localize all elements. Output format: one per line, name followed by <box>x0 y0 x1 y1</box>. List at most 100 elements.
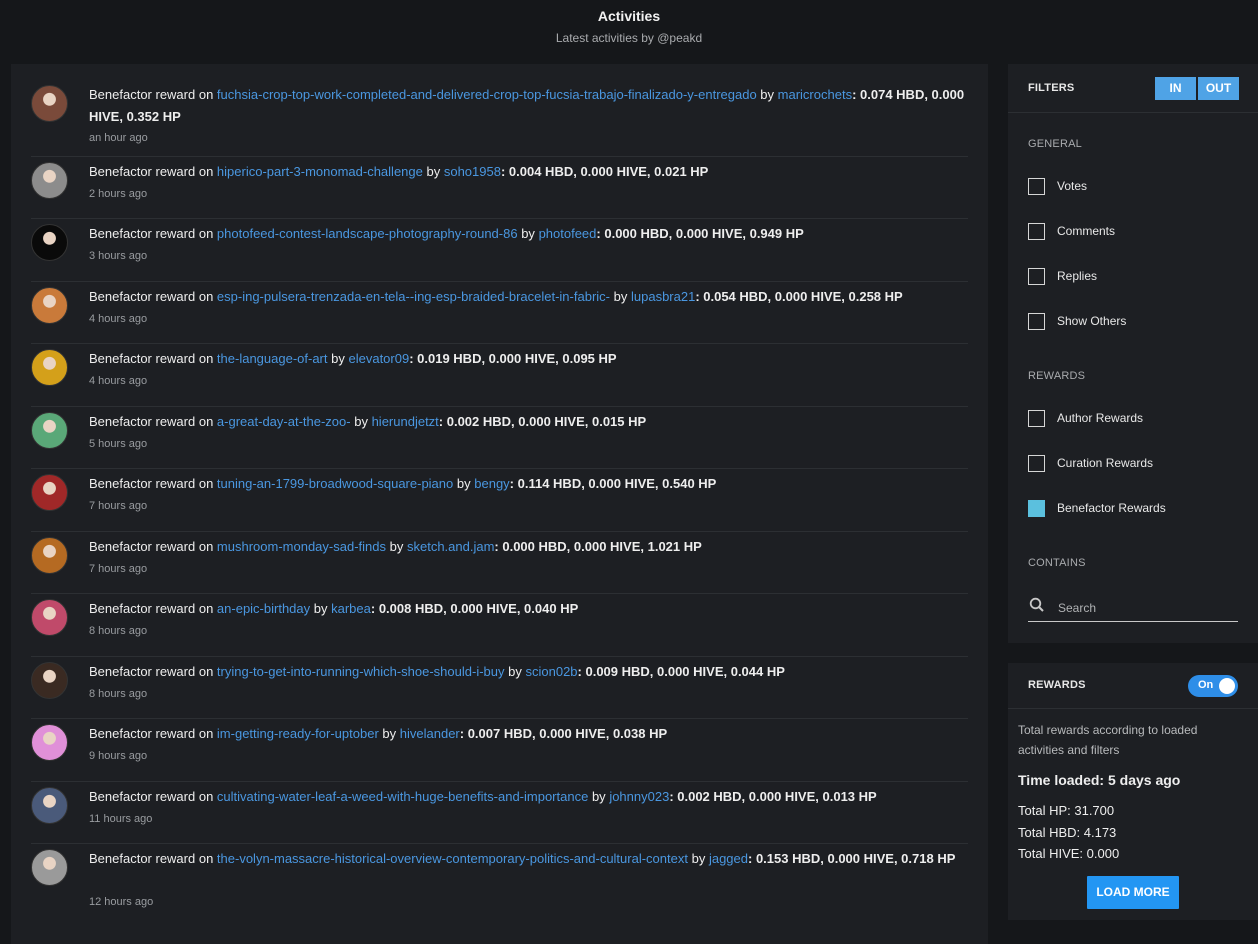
activity-text: Benefactor reward on the-volyn-massacre-… <box>89 848 968 870</box>
rewards-toggle[interactable]: On <box>1188 675 1238 697</box>
by-label: by <box>456 476 471 491</box>
post-link[interactable]: photofeed-contest-landscape-photography-… <box>217 226 518 241</box>
page-title: Activities <box>597 8 661 24</box>
by-label: by <box>313 601 328 616</box>
time-loaded: Time loaded: 5 days ago <box>1018 772 1181 788</box>
rewards-title: REWARDS <box>1028 679 1086 691</box>
activity-type: Benefactor reward on <box>89 164 214 179</box>
author-link[interactable]: hivelander <box>400 726 460 741</box>
checkbox[interactable] <box>1028 455 1045 472</box>
avatar[interactable] <box>31 662 68 699</box>
avatar[interactable] <box>31 849 68 886</box>
post-link[interactable]: cultivating-water-leaf-a-weed-with-huge-… <box>217 789 588 804</box>
checkbox[interactable] <box>1028 178 1045 195</box>
reward-amount: : 0.153 HBD, 0.000 HIVE, 0.718 HP <box>748 851 956 866</box>
author-link[interactable]: bengy <box>474 476 509 491</box>
activity-time: 12 hours ago <box>89 896 154 908</box>
avatar[interactable] <box>31 787 68 824</box>
author-link[interactable]: jagged <box>709 851 748 866</box>
post-link[interactable]: an-epic-birthday <box>217 601 310 616</box>
activity-item: Benefactor reward on cultivating-water-l… <box>31 782 968 844</box>
avatar[interactable] <box>31 412 68 449</box>
rewards-description: Total rewards according to loaded activi… <box>1018 723 1198 757</box>
search-input[interactable] <box>1058 599 1228 617</box>
activity-item: Benefactor reward on an-epic-birthday by… <box>31 594 968 657</box>
reward-amount: : 0.000 HBD, 0.000 HIVE, 0.949 HP <box>596 226 804 241</box>
rewards-panel: REWARDS On Total rewards according to lo… <box>1008 663 1258 920</box>
author-link[interactable]: karbea <box>331 601 371 616</box>
activity-time: an hour ago <box>89 132 148 144</box>
page-subtitle: Latest activities by @peakd <box>555 31 703 45</box>
checkbox[interactable] <box>1028 313 1045 330</box>
activity-item: Benefactor reward on trying-to-get-into-… <box>31 657 968 719</box>
load-more-button[interactable]: LOAD MORE <box>1087 876 1179 909</box>
activity-item: Benefactor reward on photofeed-contest-l… <box>31 219 968 282</box>
activity-text: Benefactor reward on esp-ing-pulsera-tre… <box>89 286 968 308</box>
activity-time: 9 hours ago <box>89 750 148 762</box>
author-link[interactable]: hierundjetzt <box>372 414 439 429</box>
checkbox-label: Curation Rewards <box>1057 456 1154 470</box>
post-link[interactable]: mushroom-monday-sad-finds <box>217 539 386 554</box>
post-link[interactable]: esp-ing-pulsera-trenzada-en-tela--ing-es… <box>217 289 610 304</box>
reward-amount: : 0.009 HBD, 0.000 HIVE, 0.044 HP <box>577 664 785 679</box>
post-link[interactable]: the-language-of-art <box>217 351 328 366</box>
by-label: by <box>760 87 775 102</box>
by-label: by <box>521 226 535 241</box>
avatar[interactable] <box>31 162 68 199</box>
post-link[interactable]: trying-to-get-into-running-which-shoe-sh… <box>217 664 505 679</box>
avatar[interactable] <box>31 85 68 122</box>
activity-time: 11 hours ago <box>89 813 153 825</box>
author-link[interactable]: lupasbra21 <box>631 289 695 304</box>
out-button[interactable]: OUT <box>1198 77 1239 100</box>
post-link[interactable]: tuning-an-1799-broadwood-square-piano <box>217 476 453 491</box>
post-link[interactable]: the-volyn-massacre-historical-overview-c… <box>217 851 688 866</box>
author-link[interactable]: soho1958 <box>444 164 501 179</box>
checkbox[interactable] <box>1028 268 1045 285</box>
activity-item: Benefactor reward on fuchsia-crop-top-wo… <box>31 80 968 157</box>
activity-text: Benefactor reward on mushroom-monday-sad… <box>89 536 968 558</box>
author-link[interactable]: scion02b <box>525 664 577 679</box>
by-label: by <box>591 789 606 804</box>
total-hive: Total HIVE: 0.000 <box>1018 846 1120 861</box>
checkbox-label: Show Others <box>1057 314 1127 328</box>
author-link[interactable]: maricrochets <box>778 87 852 102</box>
activity-item: Benefactor reward on a-great-day-at-the-… <box>31 407 968 469</box>
activity-text: Benefactor reward on fuchsia-crop-top-wo… <box>89 84 968 128</box>
checkbox[interactable] <box>1028 410 1045 427</box>
activity-text: Benefactor reward on cultivating-water-l… <box>89 786 968 808</box>
author-link[interactable]: elevator09 <box>348 351 409 366</box>
activity-time: 4 hours ago <box>89 375 148 387</box>
avatar[interactable] <box>31 474 68 511</box>
post-link[interactable]: fuchsia-crop-top-work-completed-and-deli… <box>217 87 757 102</box>
filters-title: FILTERS <box>1028 82 1075 94</box>
activity-item: Benefactor reward on the-language-of-art… <box>31 344 968 407</box>
reward-amount: : 0.002 HBD, 0.000 HIVE, 0.013 HP <box>669 789 877 804</box>
total-hbd: Total HBD: 4.173 <box>1018 825 1117 840</box>
author-link[interactable]: johnny023 <box>609 789 669 804</box>
activity-time: 2 hours ago <box>89 188 148 200</box>
by-label: by <box>331 351 345 366</box>
checkbox-label: Comments <box>1057 224 1116 238</box>
activity-type: Benefactor reward on <box>89 851 214 866</box>
reward-amount: : 0.008 HBD, 0.000 HIVE, 0.040 HP <box>370 601 579 616</box>
avatar[interactable] <box>31 287 68 324</box>
post-link[interactable]: hiperico-part-3-monomad-challenge <box>217 164 423 179</box>
avatar[interactable] <box>31 349 68 386</box>
general-section-title: GENERAL <box>1028 138 1082 150</box>
post-link[interactable]: a-great-day-at-the-zoo- <box>217 414 351 429</box>
author-link[interactable]: photofeed <box>539 226 597 241</box>
by-label: by <box>354 414 368 429</box>
activity-time: 8 hours ago <box>89 688 148 700</box>
avatar[interactable] <box>31 599 68 636</box>
avatar[interactable] <box>31 537 68 574</box>
reward-amount: : 0.019 HBD, 0.000 HIVE, 0.095 HP <box>409 351 617 366</box>
author-link[interactable]: sketch.and.jam <box>407 539 494 554</box>
avatar[interactable] <box>31 724 68 761</box>
total-hp: Total HP: 31.700 <box>1018 803 1115 818</box>
activity-text: Benefactor reward on im-getting-ready-fo… <box>89 723 968 745</box>
in-button[interactable]: IN <box>1155 77 1196 100</box>
checkbox[interactable] <box>1028 500 1045 517</box>
post-link[interactable]: im-getting-ready-for-uptober <box>217 726 379 741</box>
checkbox[interactable] <box>1028 223 1045 240</box>
avatar[interactable] <box>31 224 68 261</box>
